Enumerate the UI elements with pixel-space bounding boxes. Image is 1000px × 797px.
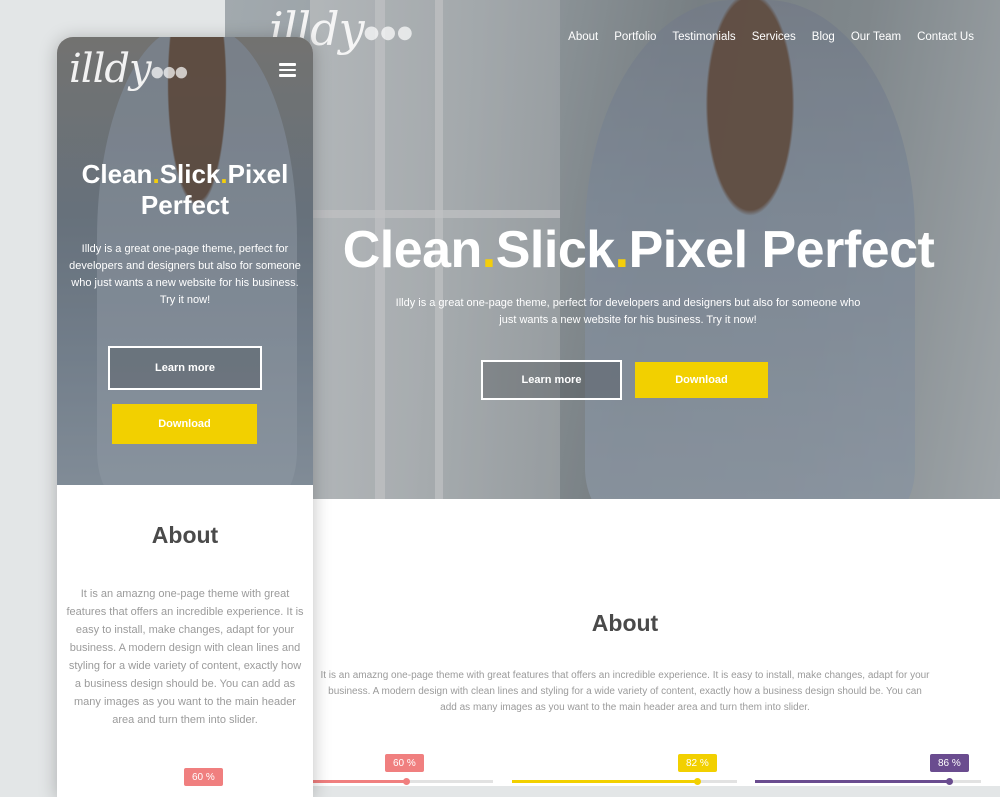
hamburger-menu-icon[interactable] — [279, 63, 296, 77]
mobile-logo-dots-icon: ●●● — [150, 62, 188, 81]
skill-bar-knob — [402, 778, 410, 785]
learn-more-button[interactable]: Learn more — [481, 360, 622, 400]
mobile-hero-title-word: Slick — [159, 159, 221, 189]
logo-dots-icon: ●●● — [363, 22, 414, 43]
nav-item-contact-us[interactable]: Contact Us — [917, 31, 974, 43]
hero-title-dot: . — [614, 221, 629, 279]
skill-badge: 82 % — [678, 754, 717, 772]
hero-section: illdy●●● About Portfolio Testimonials Se… — [225, 0, 1000, 499]
mobile-hero-title-line: Clean.Slick.Pixel — [57, 159, 313, 190]
mobile-download-button[interactable]: Download — [112, 404, 257, 444]
mobile-hero-title-dot: . — [152, 159, 160, 189]
hero-subtitle: Illdy is a great one-page theme, perfect… — [395, 297, 861, 326]
nav-item-about[interactable]: About — [568, 31, 598, 43]
nav-item-our-team[interactable]: Our Team — [851, 31, 901, 43]
mobile-logo-text: illdy — [69, 46, 152, 92]
mobile-hero-section: illdy●●● Clean.Slick.Pixel Perfect Illdy… — [57, 37, 313, 485]
mobile-site-logo[interactable]: illdy●●● — [69, 46, 188, 92]
mobile-hero-title-word: Pixel — [227, 159, 289, 189]
hero-title: Clean.Slick.Pixel Perfect — [225, 220, 1000, 280]
about-title: About — [591, 610, 659, 636]
mobile-about-text: It is an amazng one-page theme with grea… — [66, 588, 304, 726]
hamburger-line — [279, 74, 296, 77]
nav-item-testimonials[interactable]: Testimonials — [672, 31, 735, 43]
hamburger-line — [279, 68, 296, 71]
mobile-hero-subtitle: Illdy is a great one-page theme, perfect… — [69, 243, 301, 306]
hamburger-line — [279, 63, 296, 66]
mobile-preview: illdy●●● Clean.Slick.Pixel Perfect Illdy… — [57, 37, 313, 797]
mobile-hero-title-line: Perfect — [140, 190, 230, 220]
hero-title-word: Slick — [495, 221, 615, 279]
skill-badge: 86 % — [930, 754, 969, 772]
nav-item-blog[interactable]: Blog — [812, 31, 835, 43]
hero-title-dot: . — [481, 221, 496, 279]
skill-bar-fill — [512, 780, 697, 783]
mobile-learn-more-button[interactable]: Learn more — [108, 346, 262, 390]
skill-bar — [755, 778, 981, 785]
about-text: It is an amazng one-page theme with grea… — [320, 670, 930, 713]
skill-badge: 60 % — [385, 754, 424, 772]
download-button[interactable]: Download — [635, 362, 768, 398]
hero-title-word: Clean — [342, 221, 483, 279]
skill-bar — [512, 778, 737, 785]
desktop-preview: illdy●●● About Portfolio Testimonials Se… — [225, 0, 1000, 786]
main-navigation: About Portfolio Testimonials Services Bl… — [568, 31, 974, 43]
nav-item-services[interactable]: Services — [752, 31, 796, 43]
hero-title-word: Pixel Perfect — [628, 221, 935, 279]
mobile-skill-badge: 60 % — [184, 768, 223, 786]
mobile-hero-title: Clean.Slick.Pixel Perfect — [57, 159, 313, 221]
skill-bar-fill — [755, 780, 950, 783]
nav-item-portfolio[interactable]: Portfolio — [614, 31, 656, 43]
mobile-hero-title-word: Clean — [81, 159, 153, 189]
mobile-about-title: About — [151, 522, 219, 548]
mobile-hero-title-dot: . — [220, 159, 228, 189]
skill-bar-knob — [693, 778, 701, 785]
skill-bar-knob — [946, 778, 954, 785]
